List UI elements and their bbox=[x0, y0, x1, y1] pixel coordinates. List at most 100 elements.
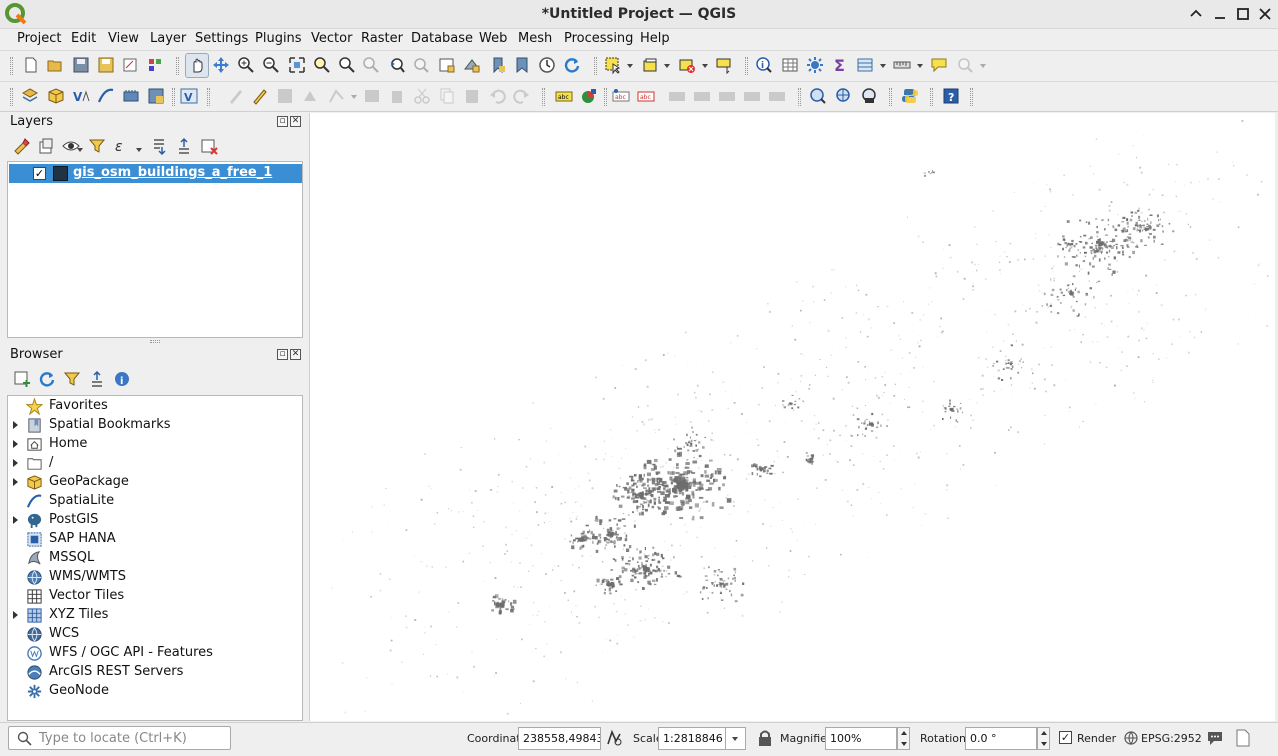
print-layout-icon[interactable] bbox=[121, 56, 139, 74]
expand-all-icon[interactable] bbox=[150, 137, 168, 155]
identify-features-icon[interactable]: i bbox=[755, 56, 773, 74]
delete-selected-icon[interactable] bbox=[388, 87, 406, 105]
style-manager-icon[interactable] bbox=[146, 56, 164, 74]
help-contents-icon[interactable]: ? bbox=[942, 87, 960, 105]
refresh-icon[interactable] bbox=[563, 56, 581, 74]
toolbar-grip[interactable] bbox=[172, 88, 175, 106]
menu-processing[interactable]: Processing bbox=[564, 31, 633, 49]
menu-edit[interactable]: Edit bbox=[71, 31, 96, 49]
browser-item-wfs[interactable]: WFS / OGC API - Features bbox=[8, 644, 302, 663]
add-group-icon[interactable] bbox=[37, 137, 55, 155]
manage-visibility-icon[interactable] bbox=[62, 137, 80, 155]
browser-item-mssql[interactable]: MSSQL bbox=[8, 549, 302, 568]
new-spatialite-layer-icon[interactable] bbox=[97, 87, 115, 105]
info-icon[interactable]: i bbox=[113, 370, 131, 388]
pin-labels-icon[interactable]: abc bbox=[612, 87, 630, 105]
filter-browser-icon[interactable] bbox=[63, 370, 81, 388]
new-bookmark-icon[interactable] bbox=[489, 56, 507, 74]
coordinate-field[interactable]: 238558,4984344 bbox=[518, 727, 601, 750]
dropdown-arrow-icon[interactable] bbox=[917, 64, 923, 68]
current-edits-icon[interactable] bbox=[227, 87, 245, 105]
toolbar-grip[interactable] bbox=[594, 57, 597, 75]
close-panel-icon[interactable]: ✕ bbox=[290, 116, 301, 127]
toolbar-grip[interactable] bbox=[930, 88, 933, 106]
expand-arrow-icon[interactable] bbox=[13, 421, 18, 429]
rotation-field[interactable]: 0.0 ° bbox=[965, 727, 1037, 750]
rotate-label-icon[interactable] bbox=[693, 87, 711, 105]
cut-features-icon[interactable] bbox=[413, 87, 431, 105]
log-document-icon[interactable] bbox=[1236, 729, 1250, 747]
menu-project[interactable]: Project bbox=[17, 31, 61, 49]
menu-plugins[interactable]: Plugins bbox=[255, 31, 302, 49]
float-panel-icon[interactable]: ▫ bbox=[277, 349, 288, 360]
save-as-icon[interactable] bbox=[97, 56, 115, 74]
maximize-icon[interactable] bbox=[1235, 6, 1251, 22]
metasearch-icon[interactable] bbox=[809, 87, 827, 105]
measure-line-icon[interactable] bbox=[893, 56, 911, 74]
attribute-table-icon[interactable] bbox=[781, 56, 799, 74]
filter-by-expression-icon[interactable]: ε bbox=[113, 137, 131, 155]
paste-features-icon[interactable] bbox=[463, 87, 481, 105]
toolbar-grip[interactable] bbox=[798, 88, 801, 106]
metasearch-catalog-icon[interactable] bbox=[835, 87, 853, 105]
menu-settings[interactable]: Settings bbox=[195, 31, 248, 49]
layer-name[interactable]: gis_osm_buildings_a_free_1 bbox=[73, 165, 272, 180]
toolbar-grip[interactable] bbox=[745, 57, 748, 75]
new-project-icon[interactable] bbox=[22, 56, 40, 74]
crs-button[interactable]: EPSG:2952 bbox=[1141, 732, 1202, 745]
zoom-next-icon[interactable] bbox=[412, 56, 430, 74]
python-console-icon[interactable] bbox=[901, 87, 919, 105]
save-edits-icon[interactable] bbox=[276, 87, 294, 105]
expand-arrow-icon[interactable] bbox=[13, 516, 18, 524]
browser-item-postgis[interactable]: PostGIS bbox=[8, 511, 302, 530]
new-temporary-layer-icon[interactable] bbox=[147, 87, 165, 105]
temporal-controller-icon[interactable] bbox=[538, 56, 556, 74]
scale-dropdown[interactable] bbox=[725, 727, 746, 750]
save-project-icon[interactable] bbox=[72, 56, 90, 74]
dropdown-arrow-icon[interactable] bbox=[136, 148, 142, 152]
open-table-icon[interactable] bbox=[856, 56, 874, 74]
highlight-labels-icon[interactable]: abc bbox=[637, 87, 655, 105]
select-features-icon[interactable] bbox=[604, 56, 622, 74]
add-selected-layers-icon[interactable] bbox=[13, 370, 31, 388]
magnifier-field[interactable]: 100% bbox=[825, 727, 897, 750]
minimize-icon[interactable] bbox=[1212, 6, 1228, 22]
digitize-icon[interactable] bbox=[301, 87, 319, 105]
maximize-up-icon[interactable] bbox=[1188, 6, 1204, 22]
undo-icon[interactable] bbox=[488, 87, 506, 105]
rotation-spinner[interactable] bbox=[1037, 727, 1050, 750]
open-project-icon[interactable] bbox=[46, 56, 64, 74]
browser-item-wms-wmts[interactable]: WMS/WMTS bbox=[8, 568, 302, 587]
zoom-to-selection-icon[interactable] bbox=[313, 56, 331, 74]
browser-item-root[interactable]: / bbox=[8, 454, 302, 473]
new-shapefile-layer-icon[interactable]: V bbox=[72, 87, 90, 105]
pan-to-selection-icon[interactable] bbox=[212, 56, 230, 74]
browser-item-arcgis-rest[interactable]: ArcGIS REST Servers bbox=[8, 663, 302, 682]
georeferencer-icon[interactable] bbox=[860, 87, 878, 105]
zoom-to-layer-icon[interactable] bbox=[338, 56, 356, 74]
zoom-native-icon[interactable] bbox=[362, 56, 380, 74]
toolbar-grip[interactable] bbox=[970, 88, 973, 106]
toolbar-grip[interactable] bbox=[889, 88, 892, 106]
toolbar-grip[interactable] bbox=[10, 88, 13, 106]
data-source-manager-icon[interactable] bbox=[21, 87, 39, 105]
menu-view[interactable]: View bbox=[108, 31, 139, 49]
toggle-editing-icon[interactable] bbox=[251, 87, 269, 105]
change-label-icon[interactable] bbox=[718, 87, 736, 105]
browser-item-geopackage[interactable]: GeoPackage bbox=[8, 473, 302, 492]
label-properties-icon[interactable] bbox=[768, 87, 786, 105]
zoom-out-icon[interactable] bbox=[262, 56, 280, 74]
menu-raster[interactable]: Raster bbox=[361, 31, 403, 49]
collapse-all-icon[interactable] bbox=[175, 137, 193, 155]
browser-item-xyz-tiles[interactable]: XYZ Tiles bbox=[8, 606, 302, 625]
float-panel-icon[interactable]: ▫ bbox=[277, 116, 288, 127]
dropdown-arrow-icon[interactable] bbox=[351, 95, 357, 99]
dropdown-arrow-icon[interactable] bbox=[702, 64, 708, 68]
modify-attributes-icon[interactable] bbox=[363, 87, 381, 105]
layer-styling-icon[interactable] bbox=[12, 137, 30, 155]
filter-legend-icon[interactable] bbox=[88, 137, 106, 155]
copy-features-icon[interactable] bbox=[438, 87, 456, 105]
new-virtual-layer-v-icon[interactable]: V bbox=[180, 87, 198, 105]
menu-mesh[interactable]: Mesh bbox=[518, 31, 552, 49]
select-by-value-icon[interactable] bbox=[641, 56, 659, 74]
